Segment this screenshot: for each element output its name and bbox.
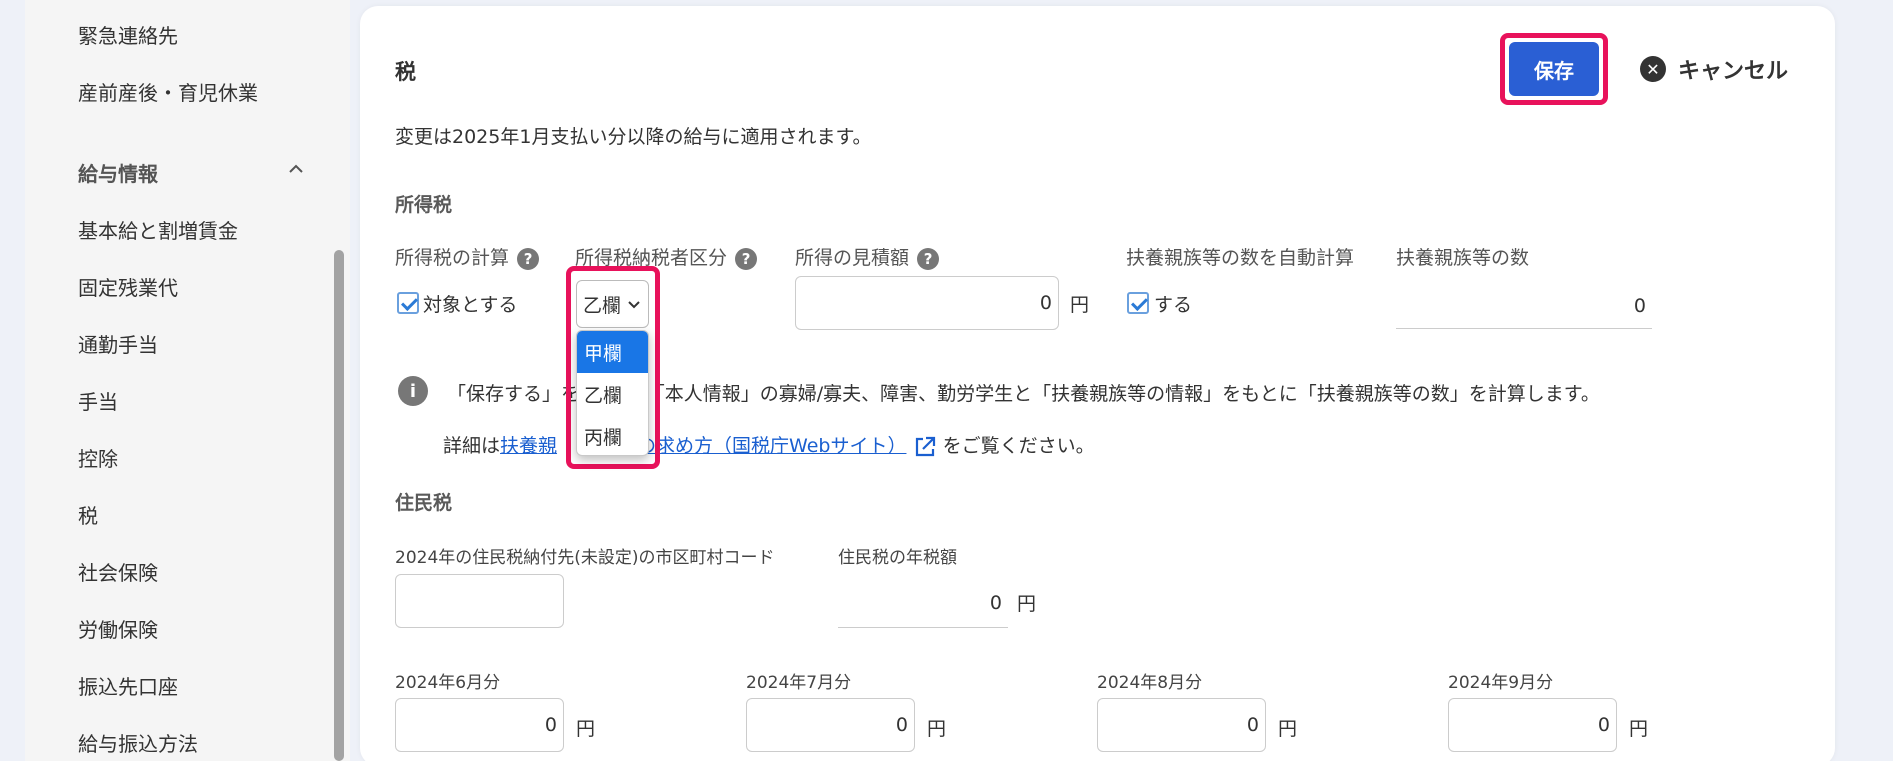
income-tax-calc-label-text: 所得税の計算 xyxy=(395,247,510,269)
notice-text: 変更は2025年1月支払い分以降の給与に適用されます。 xyxy=(395,126,872,148)
month-unit-september: 円 xyxy=(1629,718,1649,740)
annual-resident-tax-value[interactable]: 0 xyxy=(838,578,1008,628)
info-text-line1-a: 「保存する」を xyxy=(447,383,581,405)
month-input-september[interactable]: 0 xyxy=(1448,698,1617,752)
sidebar-item-maternity-leave[interactable]: 産前産後・育児休業 xyxy=(78,77,258,106)
page-title: 税 xyxy=(395,60,416,84)
save-button[interactable]: 保存 xyxy=(1509,42,1599,96)
auto-calc-checkbox[interactable] xyxy=(1127,292,1149,314)
income-estimate-label: 所得の見積額 ? xyxy=(795,243,940,270)
info-text-line1-b: 押すと、「本人情報」の寡婦/寡夫、障害、勤労学生と「扶養親族等の情報」をもとに「… xyxy=(580,383,1600,405)
dependents-label: 扶養親族等の数 xyxy=(1396,247,1530,269)
income-tax-calc-checkbox[interactable] xyxy=(397,292,419,314)
month-label-july: 2024年7月分 xyxy=(746,673,852,693)
annual-resident-tax-unit: 円 xyxy=(1017,593,1037,615)
cancel-button[interactable]: ✕ キャンセル xyxy=(1640,52,1788,86)
option-otsuran[interactable]: 乙欄 xyxy=(577,373,648,415)
income-tax-section-title: 所得税 xyxy=(395,194,453,216)
info-icon: i xyxy=(398,376,428,406)
sidebar-item-labor-insurance[interactable]: 労働保険 xyxy=(78,614,158,643)
income-estimate-label-text: 所得の見積額 xyxy=(795,247,910,269)
resident-tax-section-title: 住民税 xyxy=(395,492,453,514)
month-input-august[interactable]: 0 xyxy=(1097,698,1266,752)
taxpayer-category-dropdown: 甲欄 乙欄 丙欄 xyxy=(576,330,649,456)
option-heiran[interactable]: 丙欄 xyxy=(577,415,648,455)
auto-calc-checkbox-label[interactable]: する xyxy=(1154,290,1192,317)
month-input-june[interactable]: 0 xyxy=(395,698,564,752)
month-unit-june: 円 xyxy=(576,718,596,740)
help-icon[interactable]: ? xyxy=(917,247,940,270)
month-unit-july: 円 xyxy=(927,718,947,740)
taxpayer-category-select[interactable]: 乙欄 xyxy=(576,280,649,328)
month-unit-august: 円 xyxy=(1278,718,1298,740)
info-link-dependents-rest[interactable]: の求め方（国税庁Webサイト） xyxy=(637,435,906,457)
info-text-line2: 詳細は扶養親 の求め方（国税庁Webサイト） をご覧ください。 xyxy=(443,431,1095,459)
month-label-june: 2024年6月分 xyxy=(395,673,501,693)
info-link-dependents[interactable]: 扶養親 xyxy=(500,435,557,457)
close-circle-icon: ✕ xyxy=(1640,56,1666,82)
help-icon[interactable]: ? xyxy=(517,247,540,270)
month-input-july[interactable]: 0 xyxy=(746,698,915,752)
sidebar-item-allowance[interactable]: 手当 xyxy=(78,386,118,415)
sidebar-item-social-insurance[interactable]: 社会保険 xyxy=(78,557,158,586)
sidebar-scrollbar[interactable] xyxy=(334,250,344,761)
sidebar-item-bank-account[interactable]: 振込先口座 xyxy=(78,671,178,700)
municipality-code-label: 2024年の住民税納付先(未設定)の市区町村コード xyxy=(395,548,775,568)
sidebar-item-base-salary[interactable]: 基本給と割増賃金 xyxy=(78,215,238,244)
auto-calc-label: 扶養親族等の数を自動計算 xyxy=(1126,247,1355,269)
sidebar-item-payment-method[interactable]: 給与振込方法 xyxy=(78,728,198,757)
sidebar-item-tax[interactable]: 税 xyxy=(78,500,98,529)
info-text-line2-suffix: をご覧ください。 xyxy=(942,435,1095,457)
sidebar: 緊急連絡先 産前産後・育児休業 給与情報 基本給と割増賃金 固定残業代 通勤手当… xyxy=(25,0,350,761)
option-kouran[interactable]: 甲欄 xyxy=(577,331,648,373)
income-tax-calc-checkbox-label[interactable]: 対象とする xyxy=(423,290,517,317)
sidebar-group-payroll[interactable]: 給与情報 xyxy=(78,158,158,187)
dependents-value[interactable]: 0 xyxy=(1396,283,1652,329)
external-link-icon[interactable] xyxy=(913,435,937,459)
month-label-august: 2024年8月分 xyxy=(1097,673,1203,693)
chevron-down-icon xyxy=(628,301,640,309)
annual-resident-tax-label: 住民税の年税額 xyxy=(838,548,957,568)
sidebar-item-deduction[interactable]: 控除 xyxy=(78,443,118,472)
sidebar-item-commute[interactable]: 通勤手当 xyxy=(78,329,158,358)
month-label-september: 2024年9月分 xyxy=(1448,673,1554,693)
info-text-line2-prefix: 詳細は xyxy=(443,435,501,457)
income-estimate-unit: 円 xyxy=(1070,294,1090,316)
taxpayer-category-value: 乙欄 xyxy=(583,294,622,317)
income-estimate-input[interactable]: 0 xyxy=(795,276,1059,330)
income-tax-calc-label: 所得税の計算 ? xyxy=(395,243,540,270)
municipality-code-input[interactable] xyxy=(395,574,564,628)
chevron-up-icon[interactable] xyxy=(287,160,305,178)
cancel-label: キャンセル xyxy=(1678,59,1789,84)
sidebar-item-emergency-contact[interactable]: 緊急連絡先 xyxy=(78,20,178,49)
help-icon[interactable]: ? xyxy=(735,247,758,270)
sidebar-item-fixed-overtime[interactable]: 固定残業代 xyxy=(78,272,178,301)
